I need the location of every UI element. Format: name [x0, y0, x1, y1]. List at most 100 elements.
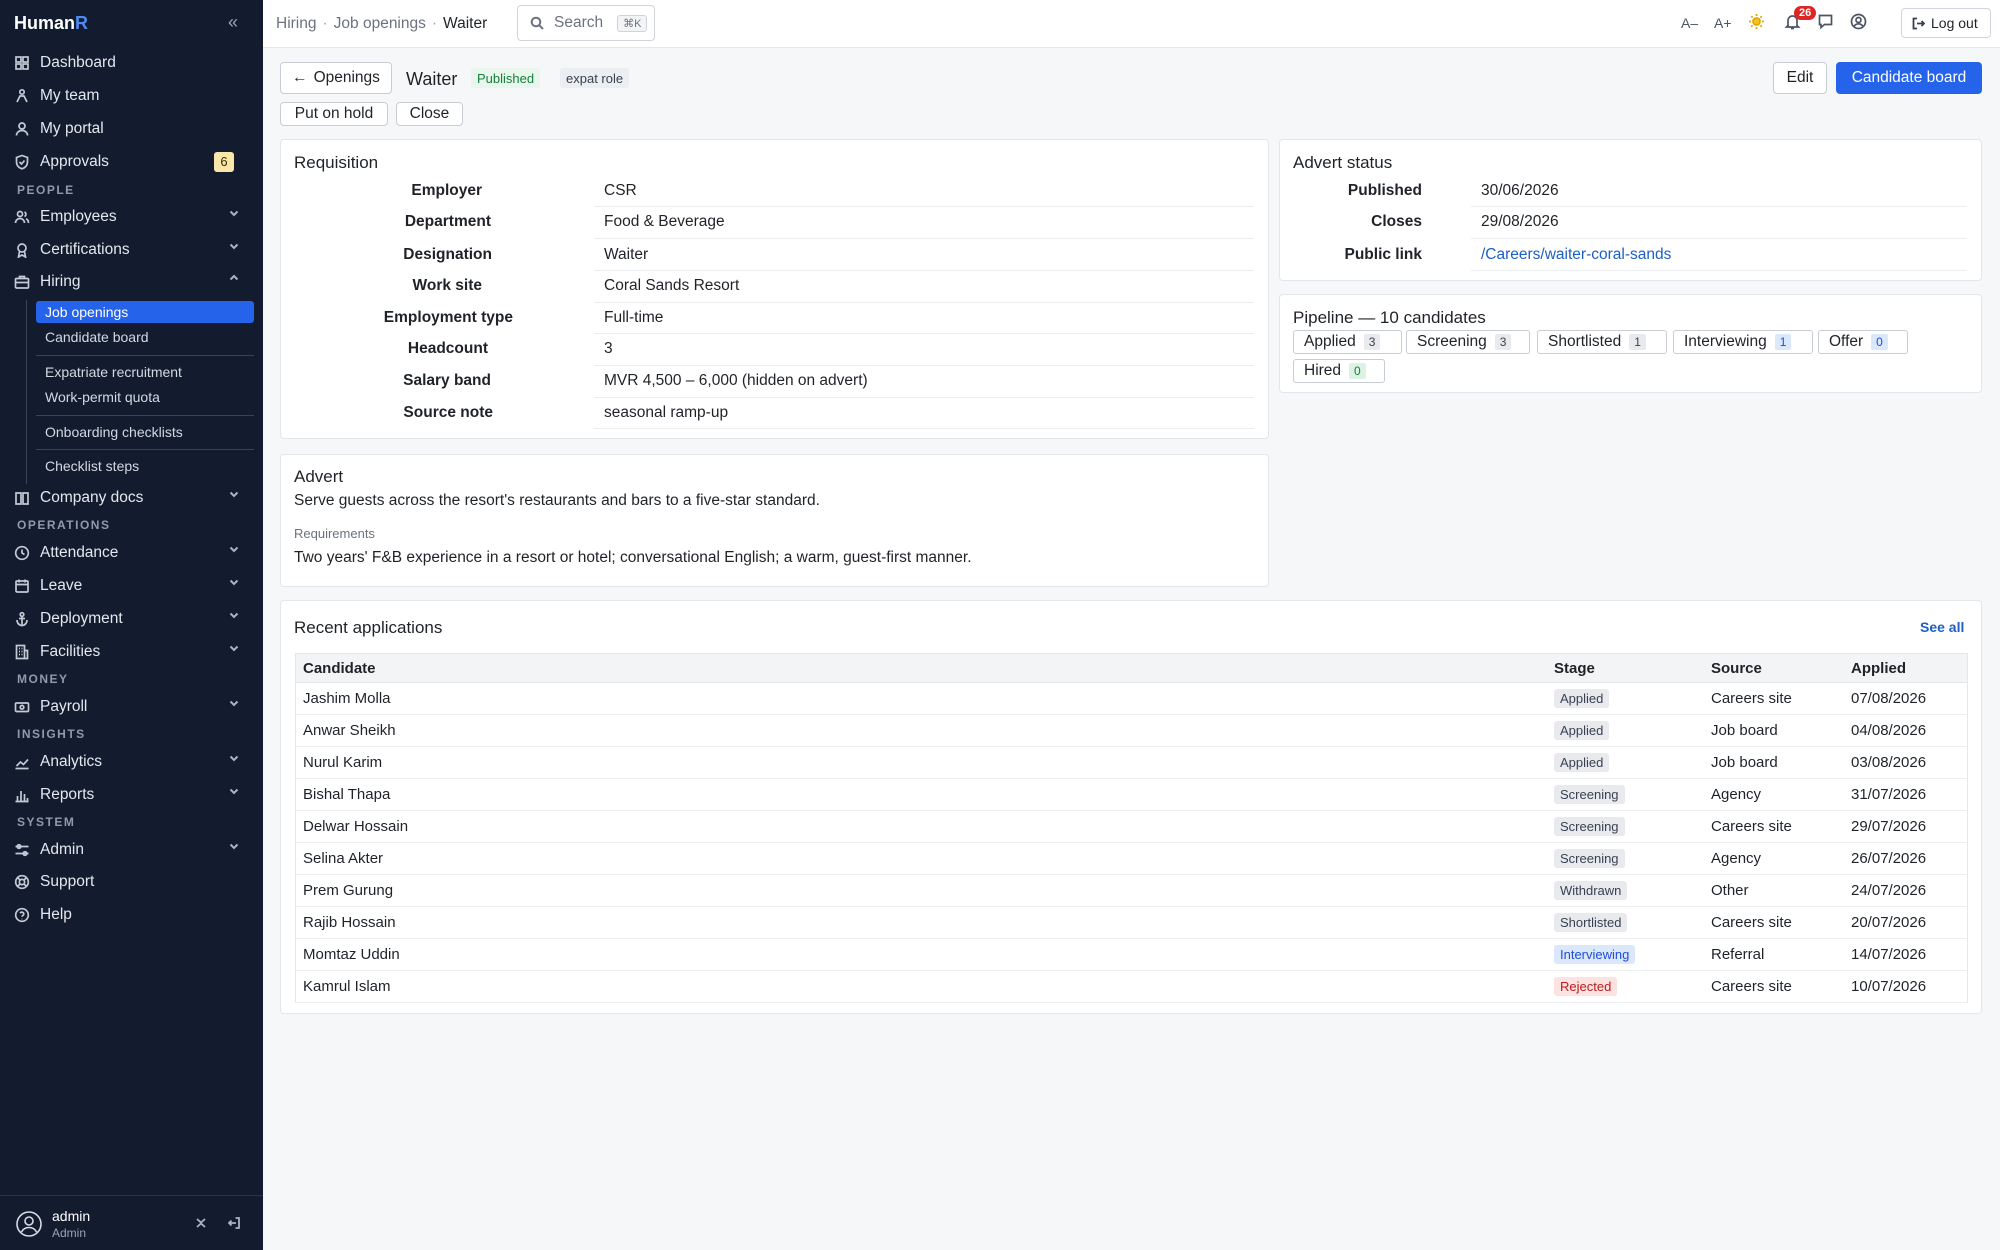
- pipeline-stage-interviewing[interactable]: Interviewing 1: [1673, 330, 1813, 354]
- column-header-source[interactable]: Source: [1711, 660, 1762, 677]
- sidebar-item-reports[interactable]: Reports: [14, 783, 250, 807]
- table-row[interactable]: Kamrul Islam Rejected Careers site 10/07/20…: [295, 971, 1968, 1003]
- table-row[interactable]: Rajib Hossain Shortlisted Careers site 20/0…: [295, 907, 1968, 939]
- back-to-openings-button[interactable]: ← Openings: [280, 62, 392, 94]
- candidate-name-link[interactable]: Kamrul Islam: [303, 978, 391, 995]
- notification-count-badge: 26: [1794, 6, 1817, 20]
- font-decrease-button[interactable]: A–: [1681, 15, 1698, 31]
- sidebar-item-employees[interactable]: Employees: [14, 205, 250, 229]
- user-circle-icon[interactable]: [1850, 13, 1867, 33]
- pipeline-stage-hired[interactable]: Hired 0: [1293, 359, 1385, 383]
- sidebar-item-support[interactable]: Support: [14, 870, 250, 894]
- row-divider: [1471, 270, 1967, 271]
- candidate-name-link[interactable]: Rajib Hossain: [303, 914, 396, 931]
- candidate-name-link[interactable]: Selina Akter: [303, 850, 383, 867]
- expand-collapse-icon[interactable]: [194, 1216, 208, 1234]
- table-row[interactable]: Selina Akter Screening Agency 26/07/2026: [295, 843, 1968, 875]
- avatar[interactable]: [16, 1211, 42, 1237]
- source-cell: Referral: [1711, 946, 1765, 963]
- expat-role-tag: expat role: [560, 68, 630, 88]
- column-header-stage[interactable]: Stage: [1554, 660, 1595, 677]
- sidebar-item-label: Deployment: [40, 610, 123, 627]
- table-row[interactable]: Delwar Hossain Screening Careers site 29/07…: [295, 811, 1968, 843]
- column-header-applied[interactable]: Applied: [1851, 660, 1906, 677]
- sidebar-item-my-team[interactable]: My team: [14, 84, 250, 108]
- row-divider: [594, 397, 1254, 398]
- sidebar-item-hiring[interactable]: Hiring: [14, 270, 250, 294]
- table-row[interactable]: Bishal Thapa Screening Agency 31/07/2026: [295, 779, 1968, 811]
- section-label-operations: OPERATIONS: [17, 518, 111, 532]
- candidate-name-link[interactable]: Nurul Karim: [303, 754, 382, 771]
- see-all-link[interactable]: See all: [1920, 619, 1964, 635]
- candidate-name-link[interactable]: Momtaz Uddin: [303, 946, 400, 963]
- logout-button[interactable]: Log out: [1901, 8, 1991, 38]
- candidate-name-link[interactable]: Prem Gurung: [303, 882, 393, 899]
- sidebar-item-facilities[interactable]: Facilities: [14, 640, 250, 664]
- subnav-divider: [36, 449, 254, 450]
- sidebar-subitem-work-permit-quota[interactable]: Work-permit quota: [36, 386, 254, 408]
- breadcrumb-hiring[interactable]: Hiring: [276, 15, 316, 32]
- search-input[interactable]: Search ⌘K: [517, 5, 655, 41]
- sidebar-item-certifications[interactable]: Certifications: [14, 238, 250, 262]
- candidate-board-button[interactable]: Candidate board: [1836, 62, 1982, 94]
- sidebar-item-label: Analytics: [40, 753, 103, 770]
- back-label: Openings: [313, 69, 380, 86]
- sidebar-item-admin[interactable]: Admin: [14, 838, 250, 862]
- chevron-down-icon: [228, 543, 240, 558]
- sun-icon[interactable]: [1748, 13, 1765, 33]
- chevron-down-icon: [228, 240, 240, 255]
- table-row[interactable]: Momtaz Uddin Interviewing Referral 14/07/20…: [295, 939, 1968, 971]
- sidebar-item-my-portal[interactable]: My portal: [14, 117, 250, 141]
- chevron-down-icon: [228, 576, 240, 591]
- requisition-label: Salary band: [403, 372, 491, 389]
- sidebar-item-dashboard[interactable]: Dashboard: [14, 51, 250, 75]
- breadcrumb-job-openings[interactable]: Job openings: [334, 15, 426, 32]
- help-circle-icon: [14, 907, 30, 923]
- sidebar-item-attendance[interactable]: Attendance: [14, 541, 250, 565]
- pipeline-stage-applied[interactable]: Applied 3: [1293, 330, 1402, 354]
- app-logo[interactable]: HumanR: [14, 13, 88, 34]
- table-row[interactable]: Anwar Sheikh Applied Job board 04/08/2026: [295, 715, 1968, 747]
- sidebar-item-help[interactable]: Help: [14, 903, 250, 927]
- collapse-sidebar-icon[interactable]: «: [228, 12, 238, 33]
- stage-label: Applied: [1304, 333, 1356, 350]
- sidebar-item-label: Dashboard: [40, 54, 116, 71]
- row-divider: [594, 270, 1254, 271]
- pipeline-stage-shortlisted[interactable]: Shortlisted 1: [1537, 330, 1667, 354]
- public-link[interactable]: /Careers/waiter-coral-sands: [1481, 246, 1671, 264]
- sidebar-item-label: Hiring: [40, 273, 81, 290]
- sidebar-item-company-docs[interactable]: Company docs: [14, 486, 250, 510]
- sidebar-item-payroll[interactable]: Payroll: [14, 695, 250, 719]
- message-icon[interactable]: [1817, 13, 1834, 33]
- sidebar-subitem-candidate-board[interactable]: Candidate board: [36, 326, 254, 348]
- sidebar-subitem-job-openings[interactable]: Job openings: [36, 301, 254, 323]
- logout-icon[interactable]: [227, 1216, 241, 1234]
- candidate-name-link[interactable]: Anwar Sheikh: [303, 722, 396, 739]
- candidate-name-link[interactable]: Jashim Molla: [303, 690, 391, 707]
- table-row[interactable]: Nurul Karim Applied Job board 03/08/2026: [295, 747, 1968, 779]
- sidebar-item-deployment[interactable]: Deployment: [14, 607, 250, 631]
- stage-badge: Shortlisted: [1554, 913, 1628, 932]
- table-row[interactable]: Prem Gurung Withdrawn Other 24/07/2026: [295, 875, 1968, 907]
- section-label-people: PEOPLE: [17, 183, 75, 197]
- edit-button[interactable]: Edit: [1773, 62, 1827, 94]
- sidebar-item-leave[interactable]: Leave: [14, 574, 250, 598]
- close-opening-button[interactable]: Close: [396, 102, 463, 126]
- pipeline-stage-screening[interactable]: Screening 3: [1406, 330, 1530, 354]
- chevron-down-icon: [228, 697, 240, 712]
- candidate-name-link[interactable]: Delwar Hossain: [303, 818, 408, 835]
- sidebar-subitem-onboarding-checklists[interactable]: Onboarding checklists: [36, 421, 254, 443]
- sidebar-item-analytics[interactable]: Analytics: [14, 750, 250, 774]
- candidate-name-link[interactable]: Bishal Thapa: [303, 786, 390, 803]
- table-row[interactable]: Jashim Molla Applied Careers site 07/08/202…: [295, 683, 1968, 715]
- stage-count: 3: [1363, 334, 1381, 350]
- put-on-hold-button[interactable]: Put on hold: [280, 102, 388, 126]
- sidebar-subitem-expatriate-recruitment[interactable]: Expatriate recruitment: [36, 361, 254, 383]
- sidebar-item-approvals[interactable]: Approvals 6: [14, 150, 250, 174]
- sidebar-subitem-checklist-steps[interactable]: Checklist steps: [36, 455, 254, 477]
- font-increase-button[interactable]: A+: [1714, 15, 1732, 31]
- chevron-down-icon: [228, 642, 240, 657]
- column-header-candidate[interactable]: Candidate: [303, 660, 376, 677]
- source-cell: Other: [1711, 882, 1749, 899]
- pipeline-stage-offer[interactable]: Offer 0: [1818, 330, 1908, 354]
